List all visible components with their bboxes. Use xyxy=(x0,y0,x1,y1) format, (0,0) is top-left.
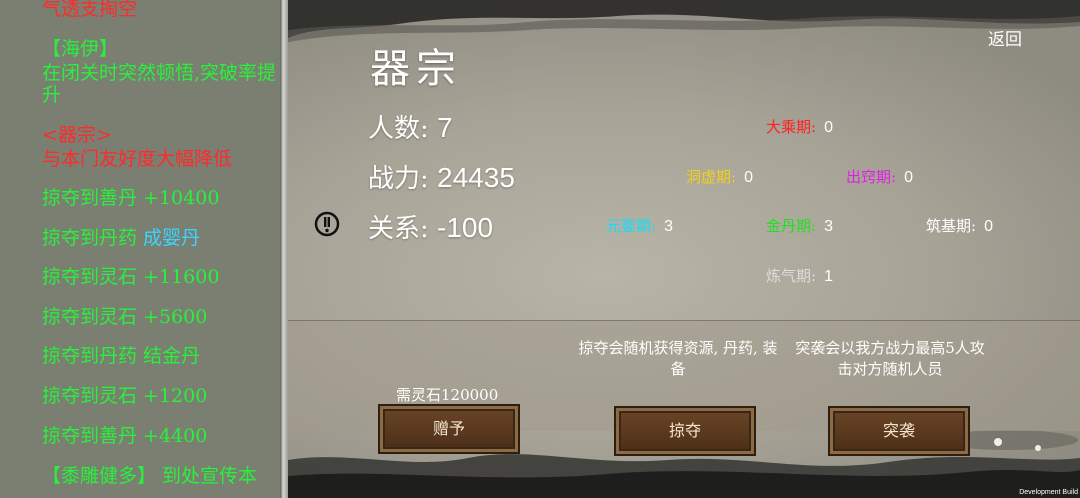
realm-lianqi: 炼气期: 1 xyxy=(766,265,833,286)
log-line: 掠夺到善丹 +10400 xyxy=(42,187,220,209)
relation-value: -100 xyxy=(437,212,494,243)
realm-name: 金丹期: xyxy=(766,217,817,235)
realm-count: 1 xyxy=(824,268,833,285)
raid-button[interactable]: 突袭 xyxy=(828,406,970,456)
log-line: 气透支掏空 xyxy=(42,0,138,20)
relation-stat: 关系: -100 xyxy=(368,208,493,245)
gift-cost: 需灵石120000 xyxy=(396,386,499,404)
log-line: 在闭关时突然顿悟,突破率提升 xyxy=(42,62,277,106)
log-line: 【海伊】 xyxy=(42,38,119,60)
realm-name: 筑基期: xyxy=(926,217,977,235)
panel-divider xyxy=(280,0,288,498)
event-log-panel[interactable]: 气透支掏空 【海伊】 在闭关时突然顿悟,突破率提升 <器宗> 与本门友好度大幅降… xyxy=(0,0,280,498)
raid-description: 突袭会以我方战力最高5人攻击对方随机人员 xyxy=(795,339,985,378)
sect-name: 器宗 xyxy=(370,46,462,92)
dev-build-label: Development Build xyxy=(1019,489,1078,496)
population-stat: 人数: 7 xyxy=(368,108,453,145)
population-value: 7 xyxy=(437,112,453,143)
realm-count: 0 xyxy=(744,169,753,186)
realm-jindan: 金丹期: 3 xyxy=(766,215,833,236)
realm-yuanying: 元婴期: 3 xyxy=(606,215,673,236)
realm-zhuji: 筑基期: 0 xyxy=(926,215,993,236)
log-line: <器宗> xyxy=(42,124,112,146)
log-line: 【黍雕健多】 到处宣传本 xyxy=(42,465,258,487)
log-line: 与本门友好度大幅降低 xyxy=(42,148,233,170)
relation-label: 关系: xyxy=(368,214,429,244)
realm-count: 3 xyxy=(664,218,673,235)
population-label: 人数: xyxy=(368,114,429,144)
plunder-description: 掠夺会随机获得资源, 丹药, 装备 xyxy=(578,339,778,378)
power-stat: 战力: 24435 xyxy=(368,158,515,195)
realm-count: 3 xyxy=(824,218,833,235)
realm-name: 大乘期: xyxy=(766,118,817,136)
log-line: 掠夺到丹药 成婴丹 xyxy=(42,227,278,249)
realm-count: 0 xyxy=(824,119,833,136)
realm-count: 0 xyxy=(984,218,993,235)
power-label: 战力: xyxy=(368,164,429,194)
log-line-item: 成婴丹 xyxy=(143,227,201,249)
realm-name: 元婴期: xyxy=(606,217,657,235)
power-value: 24435 xyxy=(437,162,515,193)
realm-name: 出窍期: xyxy=(846,168,897,186)
realm-chuqiao: 出窍期: 0 xyxy=(846,166,913,187)
gift-button[interactable]: 赠予 xyxy=(378,404,520,454)
log-line: 掠夺到善丹 +4400 xyxy=(42,425,208,447)
realm-name: 炼气期: xyxy=(766,267,817,285)
realm-count: 0 xyxy=(904,169,913,186)
log-line: 掠夺到丹药 结金丹 xyxy=(42,345,201,367)
realm-dongxu: 洞虚期: 0 xyxy=(686,166,753,187)
realm-name: 洞虚期: xyxy=(686,168,737,186)
log-line: 掠夺到灵石 +5600 xyxy=(42,306,208,328)
log-line-text: 掠夺到丹药 xyxy=(42,227,144,249)
log-line: 掠夺到灵石 +11600 xyxy=(42,266,220,288)
exclamation-circle-icon[interactable] xyxy=(314,211,340,237)
back-button[interactable]: 返回 xyxy=(940,26,1070,54)
plunder-button[interactable]: 掠夺 xyxy=(614,406,756,456)
realm-dacheng: 大乘期: 0 xyxy=(766,116,833,137)
log-line: 掠夺到灵石 +1200 xyxy=(42,385,208,407)
sect-detail-panel: 返回 器宗 人数: 7 战力: 24435 关系: -100 大乘期: 0 洞虚期… xyxy=(288,0,1080,498)
